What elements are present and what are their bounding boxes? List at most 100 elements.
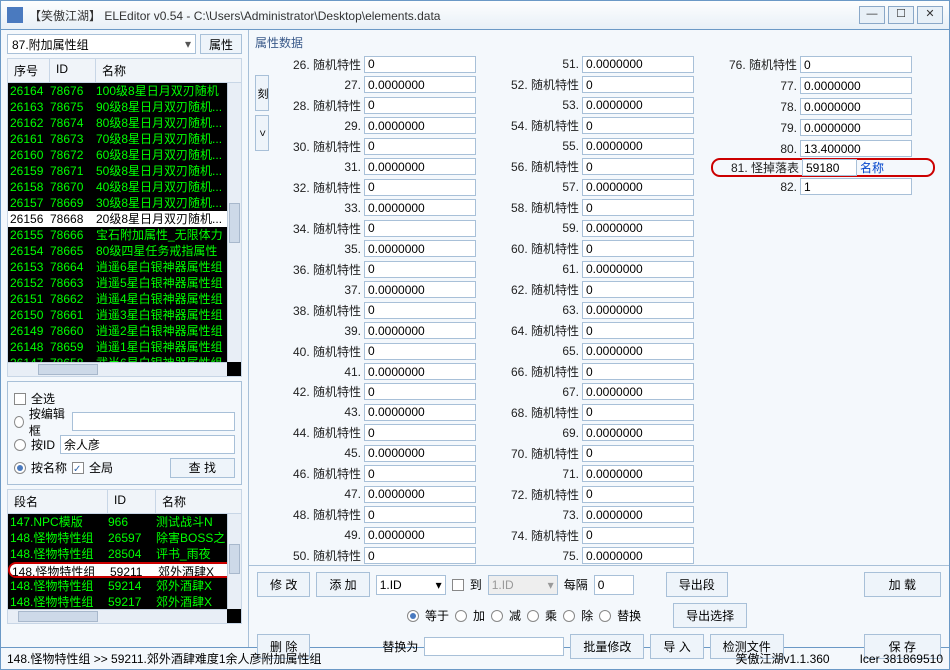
prop-input-63[interactable]: [582, 302, 694, 319]
grid1-row[interactable]: 261607867260级8星日月双刃随机...: [8, 147, 241, 163]
prop-input-51[interactable]: [582, 56, 694, 73]
prop-input-57[interactable]: [582, 179, 694, 196]
import-button[interactable]: 导 入: [650, 634, 703, 659]
prop-input-40[interactable]: [364, 343, 476, 360]
prop-input-34[interactable]: [364, 220, 476, 237]
global-check[interactable]: [72, 462, 84, 474]
modify-button[interactable]: 修 改: [257, 572, 310, 597]
op-div-radio[interactable]: [563, 610, 575, 622]
export-seg-button[interactable]: 导出段: [666, 572, 728, 597]
op-minus-radio[interactable]: [491, 610, 503, 622]
grid2-row[interactable]: 148.怪物特性组59211郊外酒肆X: [8, 562, 241, 578]
prop-input-43[interactable]: [364, 404, 476, 421]
prop-input-79[interactable]: [800, 119, 912, 136]
load-button[interactable]: 加 载: [864, 572, 941, 597]
prop-input-75[interactable]: [582, 547, 694, 564]
op-equal-radio[interactable]: [407, 610, 419, 622]
prop-input-52[interactable]: [582, 76, 694, 93]
grid1-row[interactable]: 261617867370级8星日月双刃随机...: [8, 131, 241, 147]
op-plus-radio[interactable]: [455, 610, 467, 622]
prop-input-56[interactable]: [582, 158, 694, 175]
grid2-row[interactable]: 148.怪物特性组59214郊外酒肆X: [8, 578, 241, 594]
op-replace-radio[interactable]: [599, 610, 611, 622]
prop-input-49[interactable]: [364, 527, 476, 544]
grid1-row[interactable]: 261577866930级8星日月双刃随机...: [8, 195, 241, 211]
category-combo[interactable]: 87.附加属性组: [7, 34, 196, 54]
search-button[interactable]: 查 找: [170, 458, 235, 478]
grid2-row[interactable]: 148.怪物特性组28504评书_雨夜: [8, 546, 241, 562]
prop-input-32[interactable]: [364, 179, 476, 196]
edit-filter-input[interactable]: [72, 412, 235, 431]
prop-input-45[interactable]: [364, 445, 476, 462]
grid1[interactable]: 2616478676100级8星日月双刃随机261637867590级8星日月双…: [7, 83, 242, 377]
replace-to-input[interactable]: [424, 637, 564, 656]
prop-input-76[interactable]: [800, 56, 912, 73]
grid1-row[interactable]: 2616478676100级8星日月双刃随机: [8, 83, 241, 99]
to-combo[interactable]: 1.ID▾: [488, 575, 558, 595]
grid1-row[interactable]: 261597867150级8星日月双刃随机...: [8, 163, 241, 179]
prop-input-47[interactable]: [364, 486, 476, 503]
side-btn-2[interactable]: >: [255, 115, 269, 151]
prop-input-71[interactable]: [582, 465, 694, 482]
prop-input-80[interactable]: [800, 140, 912, 157]
prop-input-36[interactable]: [364, 261, 476, 278]
grid1-row[interactable]: 2614978660逍遥2星白银神器属性组: [8, 323, 241, 339]
prop-input-39[interactable]: [364, 322, 476, 339]
grid1-hscroll[interactable]: [8, 362, 227, 376]
prop-input-35[interactable]: [364, 240, 476, 257]
prop-input-42[interactable]: [364, 383, 476, 400]
grid2-vscroll[interactable]: [227, 514, 241, 609]
side-btn-1[interactable]: 刻: [255, 75, 269, 111]
grid1-row[interactable]: 261567866820级8星日月双刃随机...: [8, 211, 241, 227]
grid1-row[interactable]: 2615078661逍遥3星白银神器属性组: [8, 307, 241, 323]
prop-input-66[interactable]: [582, 363, 694, 380]
prop-input-46[interactable]: [364, 465, 476, 482]
grid1-row[interactable]: 2615178662逍遥4星白银神器属性组: [8, 291, 241, 307]
grid2-row[interactable]: 148.怪物特性组59217郊外酒肆X: [8, 594, 241, 610]
id-filter-input[interactable]: [60, 435, 235, 454]
grid1-row[interactable]: 2614878659逍遥1星白银神器属性组: [8, 339, 241, 355]
prop-input-65[interactable]: [582, 343, 694, 360]
prop-input-59[interactable]: [582, 220, 694, 237]
maximize-button[interactable]: ☐: [888, 6, 914, 24]
grid2-row[interactable]: 147.NPC模版966测试战斗N: [8, 514, 241, 530]
prop-input-62[interactable]: [582, 281, 694, 298]
prop-input-48[interactable]: [364, 506, 476, 523]
prop-input-77[interactable]: [800, 77, 912, 94]
prop-input-53[interactable]: [582, 97, 694, 114]
prop-input-27[interactable]: [364, 76, 476, 93]
grid1-row[interactable]: 2615578666宝石附加属性_无限体力: [8, 227, 241, 243]
prop-input-69[interactable]: [582, 424, 694, 441]
prop-input-61[interactable]: [582, 261, 694, 278]
id-combo[interactable]: 1.ID▾: [376, 575, 446, 595]
prop-input-37[interactable]: [364, 281, 476, 298]
batch-button[interactable]: 批量修改: [570, 634, 644, 659]
add-button[interactable]: 添 加: [316, 572, 369, 597]
prop-input-41[interactable]: [364, 363, 476, 380]
prop-input-64[interactable]: [582, 322, 694, 339]
prop-input-60[interactable]: [582, 240, 694, 257]
prop-input-81[interactable]: [802, 159, 857, 176]
prop-input-72[interactable]: [582, 486, 694, 503]
by-edit-radio[interactable]: [14, 416, 24, 428]
by-id-radio[interactable]: [14, 439, 26, 451]
select-all-check[interactable]: [14, 393, 26, 405]
export-sel-button[interactable]: 导出选择: [673, 603, 747, 628]
prop-input-38[interactable]: [364, 302, 476, 319]
prop-input-67[interactable]: [582, 383, 694, 400]
grid2-row[interactable]: 148.怪物特性组26597除害BOSS之: [8, 530, 241, 546]
grid2[interactable]: 147.NPC模版966测试战斗N148.怪物特性组26597除害BOSS之14…: [7, 514, 242, 624]
prop-input-54[interactable]: [582, 117, 694, 134]
grid1-row[interactable]: 261547866580级四星任务戒指属性: [8, 243, 241, 259]
attr-button[interactable]: 属性: [200, 34, 242, 54]
prop-input-58[interactable]: [582, 199, 694, 216]
grid1-vscroll[interactable]: [227, 83, 241, 362]
prop-input-74[interactable]: [582, 527, 694, 544]
prop-link[interactable]: 名称: [860, 159, 884, 176]
grid1-row[interactable]: 2615378664逍遥6星白银神器属性组: [8, 259, 241, 275]
grid2-hscroll[interactable]: [8, 609, 227, 623]
prop-input-82[interactable]: [800, 178, 912, 195]
op-mult-radio[interactable]: [527, 610, 539, 622]
prop-input-30[interactable]: [364, 138, 476, 155]
grid1-row[interactable]: 2615278663逍遥5星白银神器属性组: [8, 275, 241, 291]
